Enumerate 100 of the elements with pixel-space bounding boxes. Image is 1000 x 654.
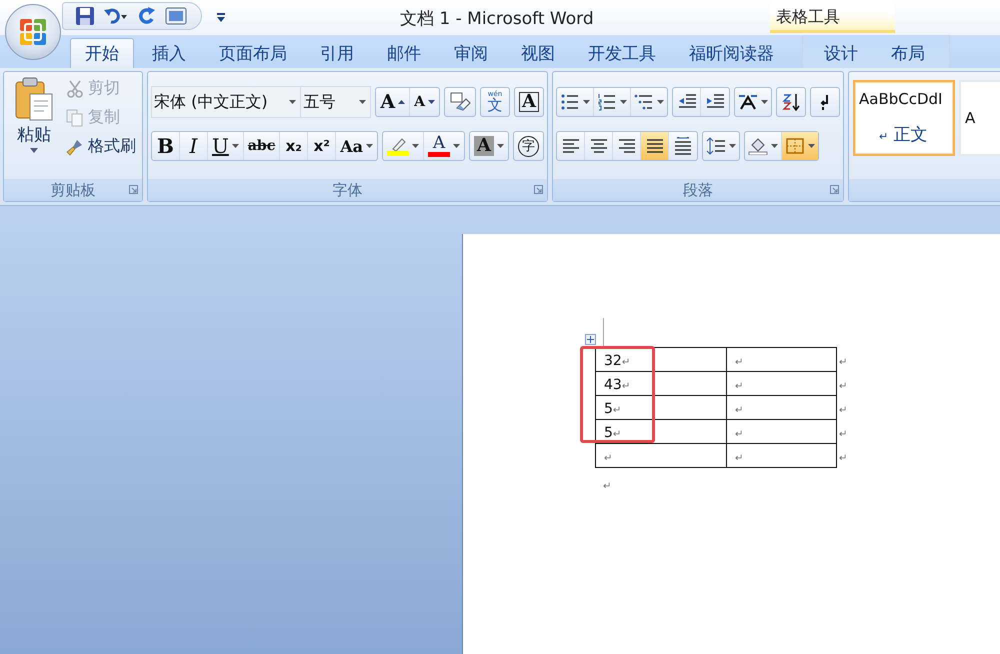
align-left-icon [560,137,580,155]
caret-icon [412,144,420,148]
caret-icon [232,144,239,148]
paragraph-mark: ↵ [622,381,630,392]
caret-icon [289,100,296,104]
style-gallery-item[interactable]: AaBbCcDdI ↵ 正文 [853,80,955,156]
caret-icon [620,100,627,104]
multilevel-icon [634,93,654,111]
row-end-mark: ↵ [839,357,848,368]
redo-icon[interactable] [137,6,157,26]
caret-icon [583,100,590,104]
caret-icon [657,100,664,104]
asian-layout-icon [738,93,758,111]
outdent-icon [676,93,696,111]
group-label: 字体 [332,180,362,200]
change-case-button[interactable]: Aa [336,132,378,160]
ribbon-tab[interactable]: 插入 [137,38,201,68]
shading-icon [748,137,768,155]
indent-icon [705,93,725,111]
paragraph-mark: ↵ [604,453,612,464]
caret-icon [428,100,435,104]
table-move-handle-icon[interactable] [585,334,596,345]
format-painter-button[interactable]: 格式刷 [64,133,138,160]
sort-icon [781,93,801,111]
strikethrough-button[interactable]: abc [244,132,280,160]
brush-icon [66,138,84,156]
justify-button[interactable] [641,132,669,160]
ribbon-tab[interactable]: 邮件 [372,38,436,68]
borders-icon [785,137,805,155]
caret-icon [761,100,768,104]
caret-icon [30,148,38,153]
row-end-mark: ↵ [839,381,848,392]
numbering-icon [597,93,617,111]
ribbon-tab[interactable]: 设计 [809,38,873,68]
row-end-mark: ↵ [839,405,848,416]
ribbon-tab[interactable]: 福昕阅读器 [674,38,789,68]
subscript-button[interactable]: x₂ [280,132,308,160]
center-icon [588,137,608,155]
paragraph-mark: ↵ [735,429,744,440]
paragraph-mark: ↵ [735,357,744,368]
paragraph-mark: ↵ [735,453,744,464]
bullets-icon [560,93,580,111]
undo-icon[interactable] [103,6,129,26]
dialog-launcher-icon[interactable] [830,185,839,194]
shading-button[interactable]: A [470,132,508,160]
ribbon-tab[interactable]: 引用 [305,38,369,68]
caret-icon [453,144,460,148]
borders-button[interactable] [782,132,818,160]
cell-text: 43 [604,377,622,393]
caret-icon [398,100,406,104]
paragraph-mark: ↵ [735,381,744,392]
paragraph-mark: ↵ [612,429,622,440]
superscript-button[interactable]: x² [308,132,336,160]
save-icon[interactable] [75,6,95,26]
dialog-launcher-icon[interactable] [129,185,138,194]
line-spacing-icon [706,137,726,155]
align-right-icon [616,137,636,155]
copy-icon [66,108,84,126]
paste-button[interactable]: 粘贴 [8,75,60,176]
paragraph-mark: ↵ [603,481,612,492]
row-end-mark: ↵ [839,429,848,440]
customize-toolbar-icon[interactable] [216,11,226,23]
shrink-font-button[interactable]: A [410,88,439,116]
caret-icon [497,144,504,148]
italic-button[interactable]: I [180,132,208,160]
print-preview-icon[interactable] [165,6,187,26]
ribbon-tab[interactable]: 页面布局 [204,38,302,68]
cell-text: 32 [604,353,622,369]
caret-icon [366,144,374,148]
ribbon-tab[interactable]: 审阅 [439,38,503,68]
group-label: 剪贴板 [50,180,96,200]
window-title: 文档 1 - Microsoft Word [400,8,594,30]
underline-button[interactable]: U [208,132,244,160]
caret-icon [808,144,815,148]
caret-icon [729,144,736,148]
distributed-icon [673,137,693,155]
font-name-field[interactable]: 宋体 (中文正文) [151,86,302,118]
bold-button[interactable]: B [152,132,180,160]
paragraph-mark: ↵ [622,357,630,368]
paragraph-mark: ↵ [612,405,622,416]
style-gallery-item[interactable]: A [959,80,1000,156]
dialog-launcher-icon[interactable] [534,185,543,194]
paragraph-mark: ↵ [735,405,744,416]
font-color-button[interactable]: A [424,132,464,160]
ribbon-tab[interactable]: 布局 [876,38,940,68]
justify-icon [644,137,664,155]
ribbon-tab[interactable]: 开始 [70,38,134,68]
cell-text: 5 [604,401,613,417]
office-logo-icon [18,17,48,47]
eraser-icon [449,92,471,112]
row-end-mark: ↵ [839,453,848,464]
caret-icon [359,100,366,104]
grow-font-button[interactable]: A [376,88,410,116]
cell-text: 5 [604,425,613,441]
scissors-icon [66,80,84,98]
ribbon-tab[interactable]: 视图 [506,38,570,68]
font-size-field[interactable]: 五号 [300,86,372,118]
ribbon-tab[interactable]: 开发工具 [573,38,671,68]
caret-icon [771,144,778,148]
group-label: 段落 [683,180,713,200]
